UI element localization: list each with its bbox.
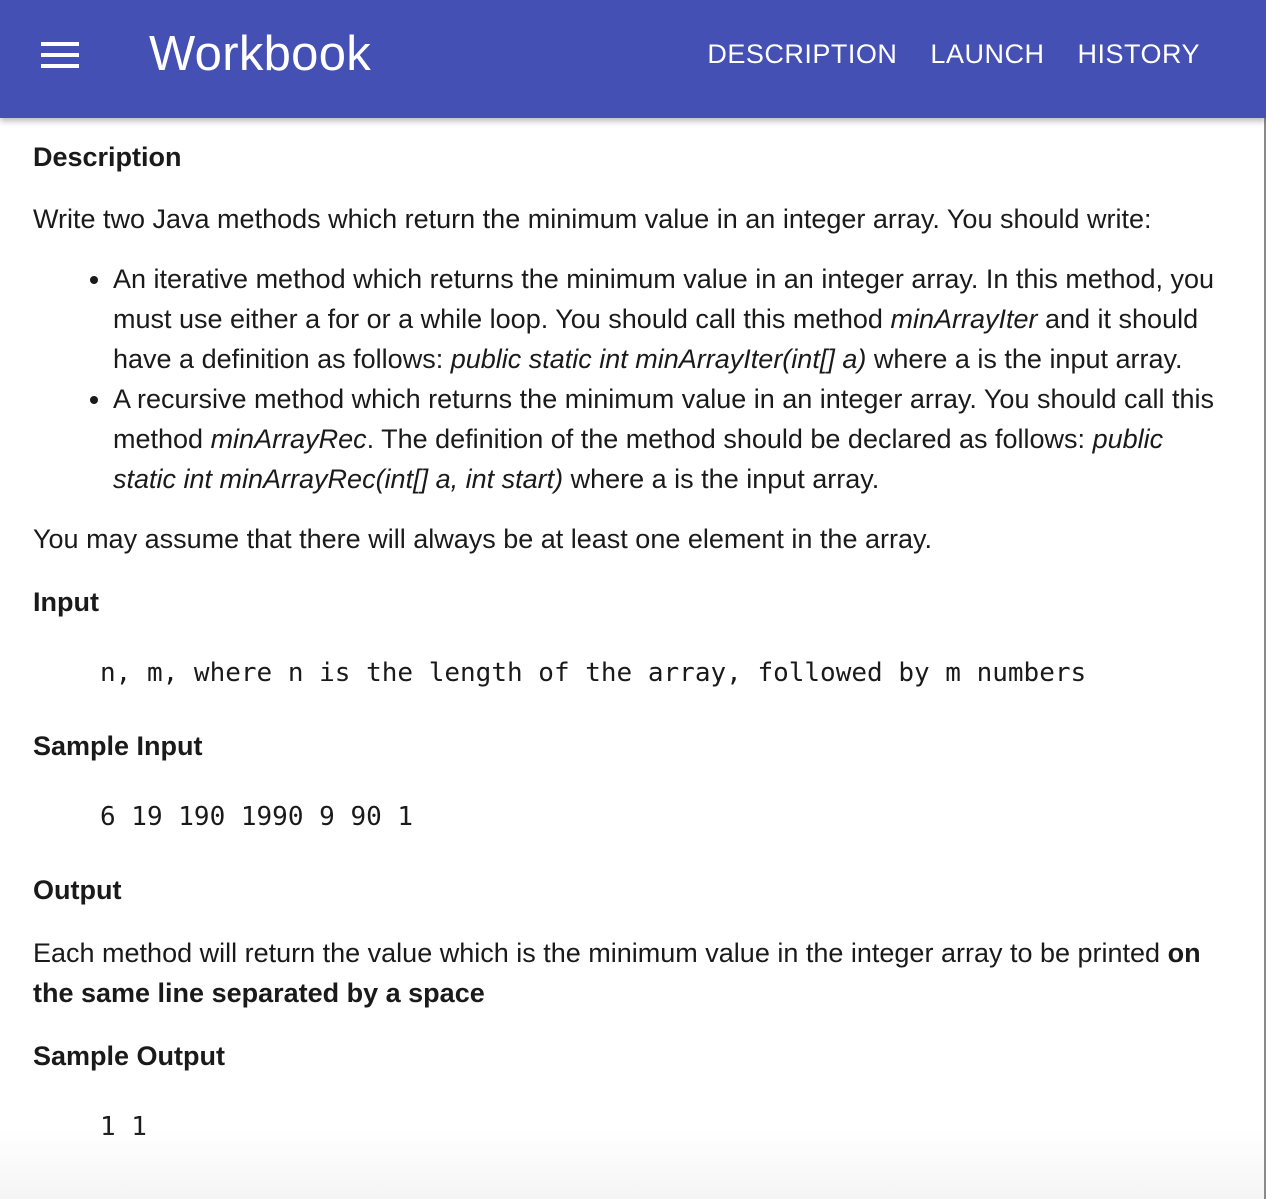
app-title: Workbook [149, 27, 372, 81]
method-name-rec: minArrayRec [210, 424, 367, 454]
bullet1-text-3: where a is the input array. [866, 344, 1183, 374]
bullet2-text-3: where a is the input array. [563, 464, 880, 494]
requirements-list: An iterative method which returns the mi… [33, 259, 1223, 499]
input-heading: Input [33, 587, 99, 617]
sample-input-heading: Sample Input [33, 731, 203, 761]
problem-content: Description Write two Java methods which… [33, 138, 1223, 1145]
top-nav: DESCRIPTION LAUNCH HISTORY [707, 38, 1200, 70]
description-heading: Description [33, 142, 182, 172]
hamburger-menu-icon[interactable] [41, 42, 79, 68]
app-bar: Workbook DESCRIPTION LAUNCH HISTORY [0, 0, 1266, 118]
nav-description[interactable]: DESCRIPTION [707, 38, 897, 70]
sample-output-heading: Sample Output [33, 1041, 226, 1071]
sample-output-code: 1 1 [100, 1112, 147, 1142]
method-name-iter: minArrayIter [890, 304, 1038, 334]
input-code: n, m, where n is the length of the array… [100, 658, 1087, 688]
nav-launch[interactable]: LAUNCH [930, 38, 1044, 70]
output-text-plain: Each method will return the value which … [33, 938, 1168, 968]
assumption-text: You may assume that there will always be… [33, 524, 932, 554]
output-heading: Output [33, 875, 122, 905]
list-item: A recursive method which returns the min… [113, 379, 1223, 499]
intro-text: Write two Java methods which return the … [33, 204, 1152, 234]
sample-input-code: 6 19 190 1990 9 90 1 [100, 802, 414, 832]
method-signature-iter: public static int minArrayIter(int[] a) [450, 344, 867, 374]
nav-history[interactable]: HISTORY [1077, 38, 1200, 70]
bullet2-text-2: . The definition of the method should be… [366, 424, 1093, 454]
output-text: Each method will return the value which … [33, 933, 1223, 1013]
list-item: An iterative method which returns the mi… [113, 259, 1223, 379]
